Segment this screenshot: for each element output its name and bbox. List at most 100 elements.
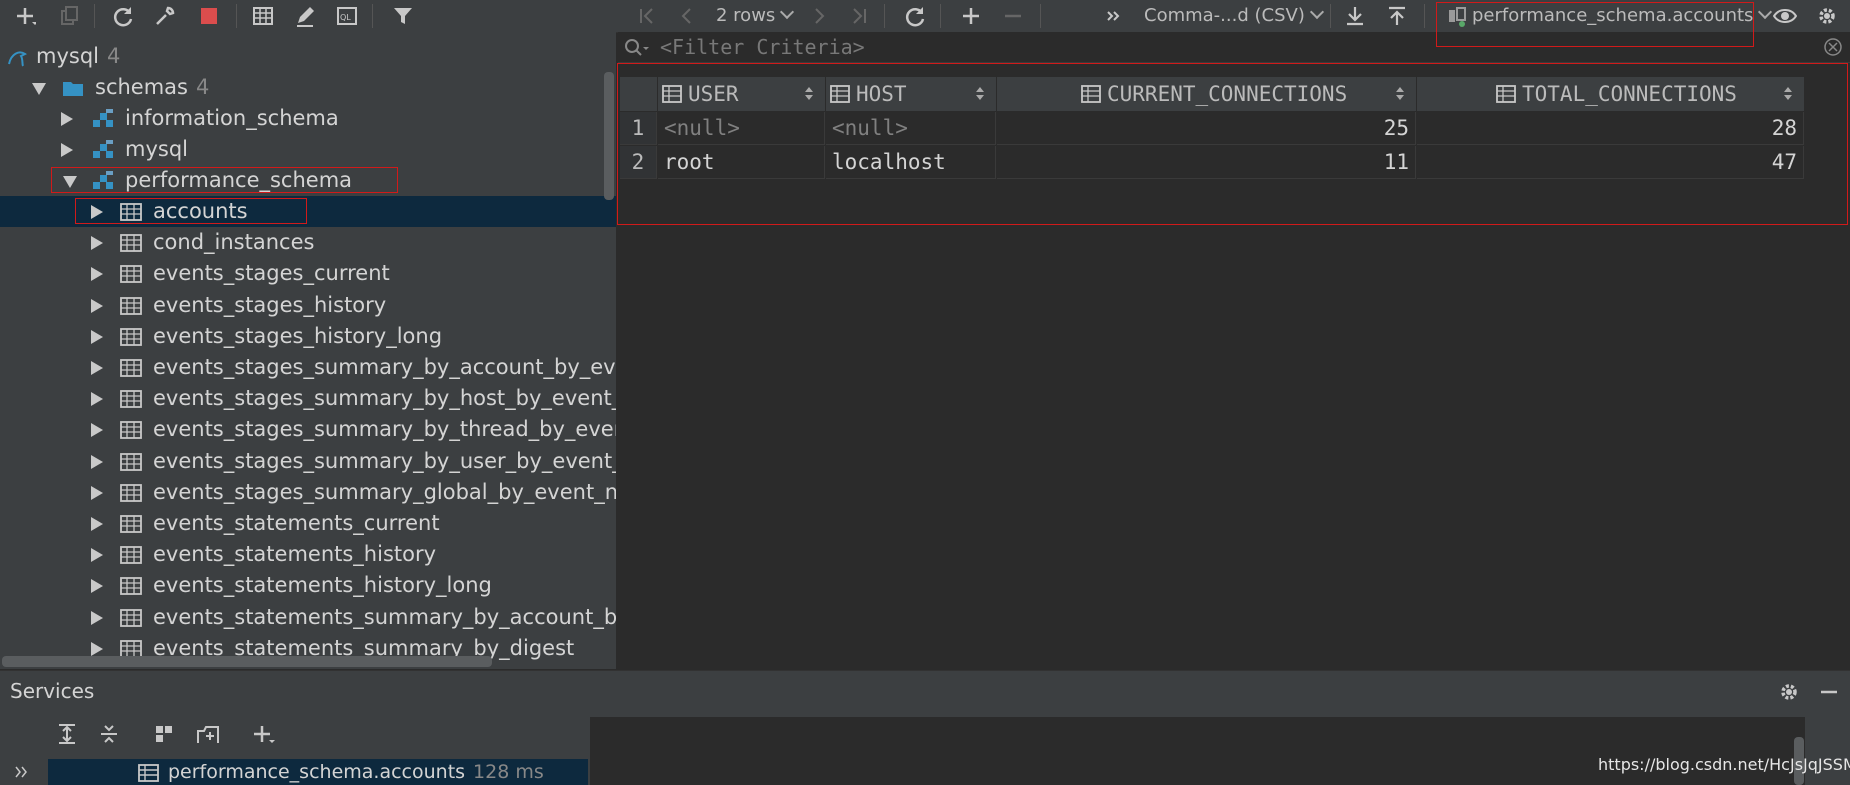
expand-right-icon[interactable] — [91, 267, 103, 282]
expand-right-icon[interactable] — [91, 579, 103, 594]
tree-node-table[interactable]: events_stages_history — [0, 290, 616, 321]
last-page-icon[interactable] — [846, 3, 872, 29]
tree-node-table[interactable]: events_stages_summary_by_user_by_event_n… — [0, 446, 616, 477]
tree-node-table[interactable]: events_stages_summary_by_account_by_even… — [0, 352, 616, 383]
table-label: events_stages_history_long — [153, 323, 443, 348]
expand-down-icon[interactable] — [32, 83, 46, 95]
filter-input[interactable]: <Filter Criteria> — [660, 32, 865, 62]
edit-icon[interactable] — [292, 3, 318, 29]
filter-icon[interactable] — [390, 3, 416, 29]
stop-icon[interactable] — [196, 3, 222, 29]
side-expand-icon[interactable] — [14, 765, 30, 779]
refresh-icon[interactable] — [110, 3, 136, 29]
column-header[interactable]: USER — [658, 77, 826, 111]
expand-right-icon[interactable] — [91, 517, 103, 531]
table-label: events_statements_history — [153, 542, 437, 567]
settings-wrench-icon[interactable] — [152, 3, 178, 29]
column-header-label: USER — [688, 82, 739, 106]
duplicate-icon[interactable] — [56, 3, 82, 29]
table-cell[interactable]: localhost — [826, 146, 996, 179]
tree-node-table[interactable]: events_statements_history_long — [0, 570, 616, 601]
expand-right-icon[interactable] — [91, 641, 103, 656]
upload-icon[interactable] — [1384, 3, 1410, 29]
table-cell[interactable]: 47 — [1417, 146, 1804, 179]
export-format-dropdown[interactable]: Comma-...d (CSV) — [1144, 3, 1324, 29]
expand-right-icon[interactable] — [91, 610, 103, 625]
add-service-icon[interactable] — [252, 723, 276, 745]
tree-node-table[interactable]: events_stages_current — [0, 258, 616, 289]
tree-node-table[interactable]: events_stages_summary_global_by_event_na… — [0, 477, 616, 508]
tree-schemas-count: 4 — [195, 75, 210, 99]
ql-icon[interactable]: QL — [334, 3, 360, 29]
tree-node-table[interactable]: events_statements_summary_by_account_by_… — [0, 602, 616, 633]
download-icon[interactable] — [1342, 3, 1368, 29]
tree-node-database[interactable]: mysql — [0, 134, 616, 165]
expand-right-icon[interactable] — [91, 298, 103, 313]
rows-count-dropdown[interactable]: 2 rows — [716, 3, 795, 29]
tree-vertical-scrollbar[interactable] — [604, 72, 614, 200]
add-row-icon[interactable] — [958, 3, 984, 29]
folder-icon — [63, 82, 83, 96]
tree-node-database[interactable]: performance_schema — [0, 165, 616, 196]
more-icon[interactable] — [1100, 3, 1126, 29]
table-cell[interactable]: 11 — [997, 146, 1416, 179]
tree-node-schemas[interactable]: schemas 4 — [0, 72, 616, 103]
table-cell[interactable]: 28 — [1417, 112, 1804, 145]
expand-right-icon[interactable] — [91, 236, 103, 251]
column-header-label: TOTAL_CONNECTIONS — [1522, 82, 1737, 106]
expand-right-icon[interactable] — [91, 454, 103, 469]
services-gear-icon[interactable] — [1778, 681, 1800, 703]
expand-all-icon[interactable] — [56, 723, 78, 745]
expand-right-icon[interactable] — [61, 112, 73, 126]
database-label: performance_schema — [125, 168, 353, 192]
tree-node-table[interactable]: cond_instances — [0, 227, 616, 258]
column-icon — [1081, 85, 1101, 103]
next-page-icon[interactable] — [806, 3, 832, 29]
services-panel: Services performance_schema.accounts 128 … — [0, 670, 1850, 785]
delete-row-icon[interactable] — [1000, 3, 1026, 29]
clear-filter-icon[interactable] — [1824, 38, 1842, 56]
expand-right-icon[interactable] — [91, 392, 103, 407]
column-header[interactable]: CURRENT_CONNECTIONS — [997, 77, 1417, 111]
tree-node-table[interactable]: events_statements_history — [0, 539, 616, 570]
collapse-all-icon[interactable] — [98, 723, 120, 745]
eye-icon[interactable] — [1772, 3, 1798, 29]
new-tab-icon[interactable] — [196, 723, 220, 745]
service-node[interactable]: performance_schema.accounts 128 ms — [48, 759, 588, 785]
expand-right-icon[interactable] — [61, 143, 73, 157]
expand-right-icon[interactable] — [91, 485, 103, 500]
table-cell[interactable]: 25 — [997, 112, 1416, 145]
tree-node-table[interactable]: events_stages_summary_by_thread_by_event… — [0, 414, 616, 445]
column-icon — [1496, 85, 1516, 103]
expand-right-icon[interactable] — [91, 329, 103, 344]
expand-right-icon[interactable] — [91, 361, 103, 375]
expand-down-icon[interactable] — [63, 176, 77, 188]
tree-node-table[interactable]: events_stages_summary_by_host_by_event_n… — [0, 383, 616, 414]
tree-node-database[interactable]: information_schema — [0, 103, 616, 134]
table-view-icon[interactable] — [250, 3, 276, 29]
table-cell[interactable]: <null> — [826, 112, 996, 145]
table-cell[interactable]: <null> — [658, 112, 825, 145]
table-cell[interactable]: root — [658, 146, 825, 179]
expand-right-icon[interactable] — [91, 205, 103, 219]
first-page-icon[interactable] — [634, 3, 660, 29]
expand-right-icon[interactable] — [91, 423, 103, 438]
gear-icon[interactable] — [1814, 3, 1840, 29]
tree-node-table[interactable]: accounts — [0, 196, 616, 227]
tree-node-table[interactable]: events_statements_current — [0, 508, 616, 539]
datasource-icon — [1444, 3, 1470, 29]
expand-right-icon[interactable] — [91, 548, 103, 563]
minimize-icon[interactable] — [1818, 681, 1840, 703]
column-header[interactable]: TOTAL_CONNECTIONS — [1417, 77, 1805, 111]
filter-bar[interactable]: <Filter Criteria> — [618, 32, 1850, 63]
tree-node-table[interactable]: events_stages_history_long — [0, 321, 616, 352]
group-icon[interactable] — [154, 723, 176, 745]
tree-node-root[interactable]: mysql 4 — [0, 41, 616, 72]
column-header[interactable]: HOST — [826, 77, 997, 111]
table-icon — [120, 203, 142, 221]
plus-icon[interactable] — [12, 3, 38, 29]
prev-page-icon[interactable] — [674, 3, 700, 29]
reload-icon[interactable] — [902, 3, 928, 29]
tree-horizontal-scrollbar[interactable] — [2, 656, 492, 667]
context-selector[interactable]: performance_schema.accounts — [1472, 3, 1773, 29]
